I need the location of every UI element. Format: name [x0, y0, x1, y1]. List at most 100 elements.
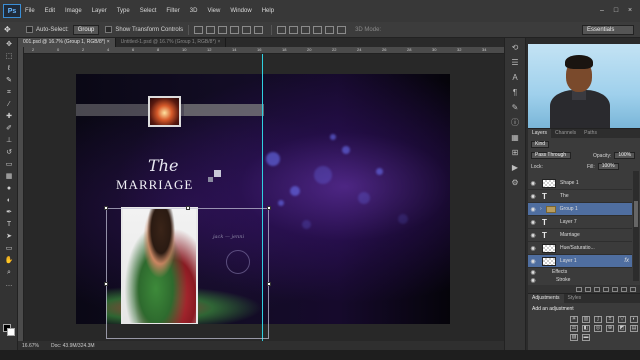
- threshold-icon[interactable]: ▨: [570, 334, 578, 341]
- brightness-contrast-icon[interactable]: ☀: [570, 316, 578, 323]
- vibrance-icon[interactable]: ▽: [618, 316, 626, 323]
- transform-handle[interactable]: [267, 206, 271, 210]
- gradient-map-icon[interactable]: ▬: [582, 334, 590, 341]
- posterize-icon[interactable]: ▤: [630, 325, 638, 332]
- navigator-icon[interactable]: ⊞: [509, 148, 521, 158]
- layer-effects-row[interactable]: ◉ Effects: [528, 268, 632, 276]
- opacity-field[interactable]: 100%: [614, 152, 636, 159]
- transform-handle[interactable]: [186, 206, 190, 210]
- hand-tool-icon[interactable]: ✋: [2, 255, 16, 266]
- visibility-eye-icon[interactable]: ◉: [528, 206, 538, 213]
- levels-icon[interactable]: ▥: [582, 316, 590, 323]
- add-style-icon[interactable]: [585, 287, 591, 292]
- transform-handle[interactable]: [104, 282, 108, 286]
- align-right-icon[interactable]: [254, 25, 264, 34]
- new-adjustment-icon[interactable]: [603, 287, 609, 292]
- add-mask-icon[interactable]: [594, 287, 600, 292]
- black-white-icon[interactable]: ◧: [582, 325, 590, 332]
- info-icon[interactable]: ⓘ: [509, 118, 521, 128]
- brush-presets-icon[interactable]: ✎: [509, 103, 521, 113]
- tab-styles[interactable]: Styles: [564, 294, 586, 303]
- background-color-swatch[interactable]: [7, 328, 15, 336]
- gradient-tool-icon[interactable]: ▦: [2, 171, 16, 182]
- fill-field[interactable]: 100%: [597, 163, 619, 170]
- menu-edit[interactable]: Edit: [45, 8, 55, 14]
- distribute-middle-icon[interactable]: [289, 25, 299, 34]
- eraser-tool-icon[interactable]: ▭: [2, 159, 16, 170]
- history-brush-icon[interactable]: ↺: [2, 147, 16, 158]
- paragraph-icon[interactable]: ¶: [509, 88, 521, 98]
- photo-filter-icon[interactable]: ◎: [594, 325, 602, 332]
- transform-bounding-box[interactable]: [106, 208, 269, 339]
- menu-type[interactable]: Type: [117, 8, 130, 14]
- link-layers-icon[interactable]: [576, 287, 582, 292]
- menu-layer[interactable]: Layer: [92, 8, 107, 14]
- new-layer-icon[interactable]: [621, 287, 627, 292]
- expand-arrow-icon[interactable]: ›: [540, 206, 542, 212]
- blend-mode-dropdown[interactable]: Pass Through: [531, 152, 571, 159]
- lasso-tool-icon[interactable]: ℓ: [2, 63, 16, 74]
- visibility-eye-icon[interactable]: ◉: [528, 219, 538, 226]
- healing-brush-icon[interactable]: ✚: [2, 111, 16, 122]
- fx-badge[interactable]: fx: [624, 258, 629, 264]
- distribute-center-icon[interactable]: [325, 25, 335, 34]
- visibility-eye-icon[interactable]: ◉: [528, 193, 538, 200]
- distribute-right-icon[interactable]: [337, 25, 347, 34]
- dodge-tool-icon[interactable]: ◐: [2, 195, 16, 206]
- tab-layers[interactable]: Layers: [528, 129, 552, 138]
- minimize-icon[interactable]: –: [598, 7, 606, 15]
- menu-3d[interactable]: 3D: [190, 8, 198, 14]
- menu-image[interactable]: Image: [65, 8, 82, 14]
- transform-handle[interactable]: [267, 282, 271, 286]
- marquee-tool-icon[interactable]: ⬚: [2, 51, 16, 62]
- delete-layer-icon[interactable]: [630, 287, 636, 292]
- layer-layer-1[interactable]: ◉ Layer 1 fx: [528, 255, 632, 268]
- visibility-eye-icon[interactable]: ◉: [528, 269, 538, 276]
- distribute-top-icon[interactable]: [277, 25, 287, 34]
- menu-help[interactable]: Help: [262, 8, 274, 14]
- tab-paths[interactable]: Paths: [580, 129, 601, 138]
- blur-tool-icon[interactable]: ●: [2, 183, 16, 194]
- auto-select-dropdown[interactable]: Group: [72, 24, 100, 35]
- visibility-eye-icon[interactable]: ◉: [528, 180, 538, 187]
- layer-filter-dropdown[interactable]: Kind: [531, 141, 550, 148]
- align-left-icon[interactable]: [230, 25, 240, 34]
- move-tool-icon[interactable]: ✥: [2, 39, 16, 50]
- color-balance-icon[interactable]: ⚖: [570, 325, 578, 332]
- tab-channels[interactable]: Channels: [551, 129, 580, 138]
- menu-window[interactable]: Window: [230, 8, 251, 14]
- layer-stroke-row[interactable]: ◉ Stroke: [528, 276, 632, 284]
- align-top-icon[interactable]: [194, 25, 204, 34]
- visibility-eye-icon[interactable]: ◉: [528, 245, 538, 252]
- distribute-bottom-icon[interactable]: [301, 25, 311, 34]
- hue-saturation-icon[interactable]: ◐: [630, 316, 638, 323]
- quick-select-tool-icon[interactable]: ✎: [2, 75, 16, 86]
- menu-filter[interactable]: Filter: [166, 8, 179, 14]
- swatches-icon[interactable]: ▦: [509, 133, 521, 143]
- distribute-left-icon[interactable]: [313, 25, 323, 34]
- history-icon[interactable]: ⟲: [509, 43, 521, 53]
- menu-select[interactable]: Select: [140, 8, 157, 14]
- close-icon[interactable]: ×: [626, 7, 634, 15]
- clone-stamp-icon[interactable]: ⊥: [2, 135, 16, 146]
- layer-group-1[interactable]: ◉ › Group 1: [528, 203, 632, 216]
- zoom-tool-icon[interactable]: ⌕: [2, 267, 16, 278]
- pen-tool-icon[interactable]: ✒: [2, 207, 16, 218]
- workspace-dropdown[interactable]: Essentials: [582, 25, 634, 35]
- align-bottom-icon[interactable]: [218, 25, 228, 34]
- layer-the[interactable]: ◉ T The: [528, 190, 632, 203]
- auto-select-checkbox[interactable]: [26, 26, 33, 33]
- layer-hue-saturation[interactable]: ◉ Hue/Saturatio...: [528, 242, 632, 255]
- tool-presets-icon[interactable]: ⚙: [509, 178, 521, 188]
- type-tool-icon[interactable]: T: [2, 219, 16, 230]
- visibility-eye-icon[interactable]: ◉: [528, 277, 538, 284]
- align-middle-icon[interactable]: [206, 25, 216, 34]
- exposure-icon[interactable]: ±: [606, 316, 614, 323]
- layer-marriage[interactable]: ◉ T Marriage: [528, 229, 632, 242]
- horizontal-ruler[interactable]: 2 0 2 4 6 8 10 12 14 16 18 20 22 24 26 28 30 32 34: [24, 47, 504, 54]
- new-group-icon[interactable]: [612, 287, 618, 292]
- curves-icon[interactable]: ∫: [594, 316, 602, 323]
- channel-mixer-icon[interactable]: ⊕: [606, 325, 614, 332]
- layer-shape-1[interactable]: ◉ Shape 1: [528, 177, 632, 190]
- show-transform-checkbox[interactable]: [105, 26, 113, 33]
